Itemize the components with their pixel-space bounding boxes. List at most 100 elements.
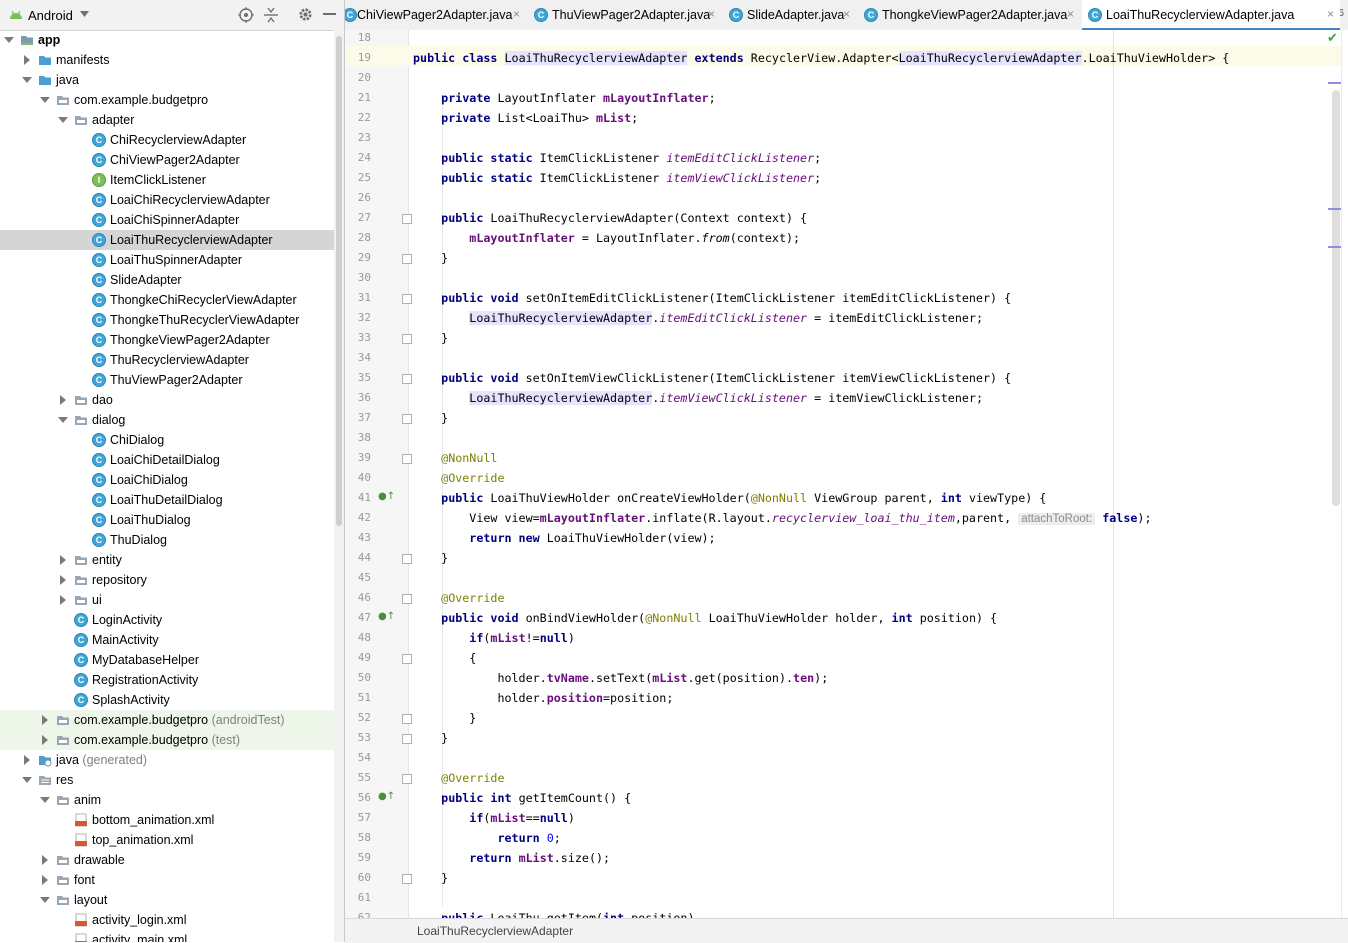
tree-item[interactable]: C MyDatabaseHelper [0, 650, 344, 670]
code-line[interactable]: } [413, 871, 448, 885]
tree-item[interactable]: activity_main.xml [0, 930, 344, 942]
fold-marker-icon[interactable] [402, 454, 412, 464]
expand-arrow-right-icon[interactable] [22, 54, 32, 66]
code-line[interactable]: if(mList==null) [413, 811, 575, 825]
scroll-marker[interactable] [1328, 246, 1341, 248]
close-icon[interactable]: × [513, 7, 520, 21]
inspection-ok-icon[interactable]: ✔ [1327, 31, 1338, 46]
tree-item[interactable]: com.example.budgetpro (androidTest) [0, 710, 344, 730]
fold-marker-icon[interactable] [402, 874, 412, 884]
fold-marker-icon[interactable] [402, 414, 412, 424]
tree-item[interactable]: entity [0, 550, 344, 570]
project-scrollbar-thumb[interactable] [336, 36, 342, 526]
expand-arrow-down-icon[interactable] [58, 414, 68, 426]
tree-item[interactable]: C SplashActivity [0, 690, 344, 710]
override-marker-icon[interactable]: ●↑ [378, 611, 395, 622]
code-line[interactable]: private LayoutInflater mLayoutInflater; [413, 91, 715, 105]
tree-item[interactable]: font [0, 870, 344, 890]
breadcrumb-item[interactable]: LoaiThuRecyclerviewAdapter [417, 924, 573, 938]
code-line[interactable]: public void onBindViewHolder(@NonNull Lo… [413, 611, 997, 625]
tree-item[interactable]: C LoaiChiSpinnerAdapter [0, 210, 344, 230]
tree-item[interactable]: com.example.budgetpro [0, 90, 344, 110]
tree-item[interactable]: C ThongkeThuRecyclerViewAdapter [0, 310, 344, 330]
tree-item[interactable]: com.example.budgetpro (test) [0, 730, 344, 750]
expand-arrow-right-icon[interactable] [40, 734, 50, 746]
close-icon[interactable]: × [1067, 7, 1074, 21]
tree-item[interactable]: C LoaiThuRecyclerviewAdapter [0, 230, 344, 250]
editor-tab[interactable]: C LoaiThuRecyclerviewAdapter.java × [1082, 0, 1340, 30]
code-line[interactable]: public void setOnItemViewClickListener(I… [413, 371, 1011, 385]
tree-item[interactable]: C RegistrationActivity [0, 670, 344, 690]
code-line[interactable]: } [413, 551, 448, 565]
code-line[interactable]: return mList.size(); [413, 851, 610, 865]
expand-arrow-down-icon[interactable] [22, 774, 32, 786]
editor-tab[interactable]: C ChiViewPager2Adapter.java × [345, 0, 526, 30]
editor-scrollbar-thumb[interactable] [1332, 90, 1340, 506]
tree-item[interactable]: adapter [0, 110, 344, 130]
fold-marker-icon[interactable] [402, 214, 412, 224]
code-line[interactable]: holder.position=position; [413, 691, 673, 705]
tree-item[interactable]: C LoaiThuDetailDialog [0, 490, 344, 510]
tree-item[interactable]: res [0, 770, 344, 790]
fold-marker-icon[interactable] [402, 554, 412, 564]
tree-item[interactable]: anim [0, 790, 344, 810]
code-line[interactable]: } [413, 331, 448, 345]
gear-icon[interactable] [298, 7, 313, 22]
fold-marker-icon[interactable] [402, 254, 412, 264]
expand-arrow-right-icon[interactable] [40, 714, 50, 726]
close-icon[interactable]: × [843, 7, 850, 21]
code-line[interactable]: @NonNull [413, 451, 497, 465]
code-line[interactable]: public static ItemClickListener itemEdit… [413, 151, 821, 165]
expand-arrow-down-icon[interactable] [22, 74, 32, 86]
fold-marker-icon[interactable] [402, 334, 412, 344]
code-line[interactable]: LoaiThuRecyclerviewAdapter.itemEditClick… [413, 311, 983, 325]
tree-item[interactable]: manifests [0, 50, 344, 70]
tree-item[interactable]: app [0, 30, 344, 50]
minimize-icon[interactable] [323, 13, 336, 16]
chevron-down-icon[interactable] [80, 11, 89, 17]
expand-arrow-right-icon[interactable] [58, 594, 68, 606]
code-line[interactable]: } [413, 711, 476, 725]
expand-arrow-right-icon[interactable] [58, 394, 68, 406]
tree-item[interactable]: C ThongkeChiRecyclerViewAdapter [0, 290, 344, 310]
close-icon[interactable]: × [708, 7, 715, 21]
tree-item[interactable]: C LoaiThuDialog [0, 510, 344, 530]
tree-item[interactable]: C LoaiChiDialog [0, 470, 344, 490]
fold-marker-icon[interactable] [402, 594, 412, 604]
tree-item[interactable]: C ChiViewPager2Adapter [0, 150, 344, 170]
expand-arrow-down-icon[interactable] [40, 794, 50, 806]
expand-arrow-down-icon[interactable] [40, 94, 50, 106]
close-icon[interactable]: × [1327, 7, 1334, 21]
code-line[interactable]: @Override [413, 591, 504, 605]
code-line[interactable]: mLayoutInflater = LayoutInflater.from(co… [413, 231, 800, 245]
code-line[interactable]: return 0; [413, 831, 560, 845]
tree-item[interactable]: C LoaiThuSpinnerAdapter [0, 250, 344, 270]
tree-item[interactable]: layout [0, 890, 344, 910]
code-line[interactable]: public LoaiThuRecyclerviewAdapter(Contex… [413, 211, 807, 225]
tree-item[interactable]: java [0, 70, 344, 90]
tree-item[interactable]: java (generated) [0, 750, 344, 770]
tree-item[interactable]: C MainActivity [0, 630, 344, 650]
expand-arrow-down-icon[interactable] [40, 894, 50, 906]
tree-item[interactable]: top_animation.xml [0, 830, 344, 850]
expand-arrow-right-icon[interactable] [58, 574, 68, 586]
fold-marker-icon[interactable] [402, 374, 412, 384]
tree-item[interactable]: C ChiRecyclerviewAdapter [0, 130, 344, 150]
fold-marker-icon[interactable] [402, 734, 412, 744]
code-line[interactable]: if(mList!=null) [413, 631, 575, 645]
code-line[interactable]: public void setOnItemEditClickListener(I… [413, 291, 1011, 305]
code-line[interactable]: holder.tvName.setText(mList.get(position… [413, 671, 828, 685]
editor-scrollbar-track[interactable] [1341, 30, 1348, 918]
project-view-selector[interactable]: Android [28, 8, 73, 23]
code-line[interactable]: return new LoaiThuViewHolder(view); [413, 531, 715, 545]
fold-marker-icon[interactable] [402, 294, 412, 304]
code-line[interactable]: { [413, 651, 476, 665]
tree-item[interactable]: C LoginActivity [0, 610, 344, 630]
code-line[interactable]: View view=mLayoutInflater.inflate(R.layo… [413, 511, 1151, 525]
tree-item[interactable]: I ItemClickListener [0, 170, 344, 190]
code-line[interactable]: public int getItemCount() { [413, 791, 631, 805]
tree-item[interactable]: drawable [0, 850, 344, 870]
code-line[interactable]: } [413, 251, 448, 265]
fold-marker-icon[interactable] [402, 774, 412, 784]
tree-item[interactable]: dialog [0, 410, 344, 430]
